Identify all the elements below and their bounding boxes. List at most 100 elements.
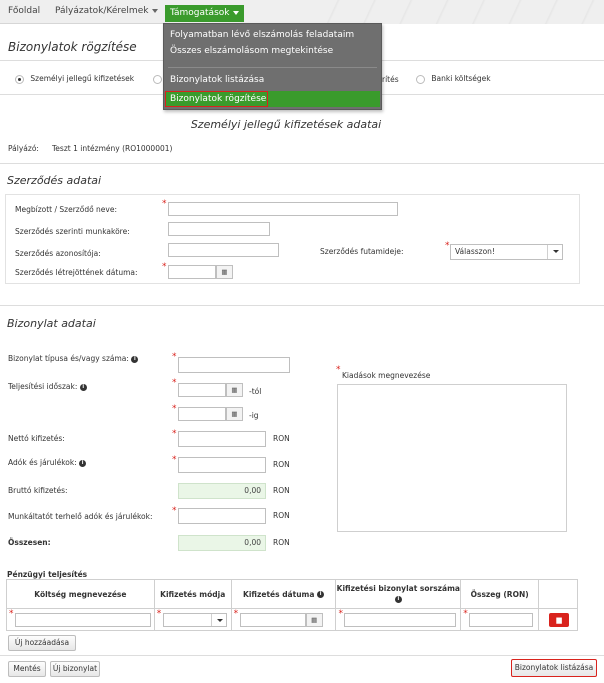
contract-role-input[interactable] bbox=[168, 222, 270, 236]
amount-input[interactable] bbox=[469, 613, 534, 627]
radio-bank-label: Banki költségek bbox=[431, 74, 491, 83]
tax-input[interactable] bbox=[178, 457, 266, 473]
divider bbox=[0, 163, 604, 164]
radio-partial-label: rítés bbox=[382, 75, 399, 84]
radio-empty-icon[interactable] bbox=[416, 74, 425, 84]
info-icon: i bbox=[131, 355, 139, 363]
menu-item-all-settlements[interactable]: Összes elszámolásom megtekintése bbox=[170, 46, 333, 56]
required-marker: * bbox=[336, 365, 341, 375]
period-to-input[interactable] bbox=[178, 407, 226, 421]
required-marker: * bbox=[233, 609, 239, 619]
expense-textarea[interactable] bbox=[337, 384, 567, 532]
nav-applications-label: Pályázatok/Kérelmek bbox=[55, 6, 149, 16]
gross-label: Bruttó kifizetés: bbox=[8, 486, 68, 495]
list-docs-button[interactable]: Bizonylatok listázása bbox=[511, 659, 597, 677]
finance-table: Költség megnevezése Kifizetés módja Kifi… bbox=[6, 579, 578, 631]
cost-name-input[interactable] bbox=[15, 613, 151, 627]
payment-method-select[interactable] bbox=[162, 613, 227, 627]
radio-personal-label: Személyi jellegű kifizetések bbox=[30, 74, 135, 83]
total-value: 0,00 bbox=[178, 535, 266, 551]
nav-support-label: Támogatások bbox=[170, 8, 230, 18]
col-payment-date: Kifizetés dátuma i bbox=[230, 579, 337, 609]
required-marker: * bbox=[172, 404, 177, 414]
support-dropdown-menu: Folyamatban lévő elszámolás feladataim Ö… bbox=[163, 23, 382, 110]
contract-id-input[interactable] bbox=[168, 243, 279, 257]
employer-tax-label: Munkáltatót terhelő adók és járulékok: bbox=[8, 512, 153, 521]
contract-id-label: Szerződés azonosítója: bbox=[15, 249, 101, 258]
actions-cell: ▆ bbox=[538, 608, 578, 631]
info-icon: i bbox=[79, 383, 87, 391]
period-to-suffix: -ig bbox=[249, 411, 259, 420]
calendar-icon[interactable]: ▦ bbox=[305, 613, 323, 627]
chevron-down-icon bbox=[210, 614, 226, 626]
nav-applications[interactable]: Pályázatok/Kérelmek bbox=[55, 6, 159, 16]
contract-term-select[interactable]: Válasszon! bbox=[450, 244, 563, 260]
col-payment-date-label: Kifizetés dátuma bbox=[243, 589, 315, 599]
doc-period-text: Teljesítési időszak: bbox=[8, 382, 78, 391]
info-icon: i bbox=[317, 591, 325, 598]
doc-type-input[interactable] bbox=[178, 357, 290, 373]
currency-label: RON bbox=[273, 486, 290, 495]
menu-divider bbox=[168, 67, 377, 68]
expense-label: Kiadások megnevezése bbox=[342, 371, 431, 380]
calendar-icon[interactable]: ▦ bbox=[216, 265, 233, 279]
total-label: Összesen: bbox=[8, 538, 51, 547]
col-actions bbox=[538, 579, 578, 609]
required-marker: * bbox=[172, 506, 177, 516]
divider bbox=[0, 305, 604, 306]
receipt-number-input[interactable] bbox=[344, 613, 457, 627]
required-marker: * bbox=[162, 262, 167, 272]
payment-date-input[interactable] bbox=[239, 613, 306, 627]
calendar-icon[interactable]: ▦ bbox=[226, 383, 243, 397]
contract-role-label: Szerződés szerinti munkaköre: bbox=[15, 227, 130, 236]
applicant-label: Pályázó: bbox=[8, 144, 39, 153]
currency-label: RON bbox=[273, 460, 290, 469]
radio-personal[interactable]: Személyi jellegű kifizetések bbox=[15, 74, 134, 84]
save-button[interactable]: Mentés bbox=[8, 661, 46, 677]
required-marker: * bbox=[172, 378, 177, 388]
col-cost-name: Költség megnevezése bbox=[6, 579, 155, 609]
required-marker: * bbox=[172, 455, 177, 465]
contract-name-input[interactable] bbox=[168, 202, 398, 216]
radio-empty-icon[interactable] bbox=[153, 74, 162, 84]
contract-term-value: Válasszon! bbox=[455, 247, 495, 256]
tax-label: Adók és járulékok: i bbox=[8, 458, 87, 467]
table-header-row: Költség megnevezése Kifizetés módja Kifi… bbox=[6, 579, 578, 609]
contract-name-label: Megbízott / Szerződő neve: bbox=[15, 205, 117, 214]
nav-support[interactable]: Támogatások bbox=[165, 5, 244, 22]
radio-selected-icon[interactable] bbox=[15, 74, 24, 84]
new-doc-button[interactable]: Új bizonylat bbox=[50, 661, 100, 677]
gross-value: 0,00 bbox=[178, 483, 266, 499]
radio-other[interactable] bbox=[153, 74, 162, 84]
trash-icon[interactable]: ▆ bbox=[549, 613, 570, 627]
required-marker: * bbox=[9, 609, 14, 619]
col-receipt-number-label: Kifizetési bizonylat sorszáma bbox=[336, 584, 460, 593]
calendar-icon[interactable]: ▦ bbox=[226, 407, 243, 421]
col-receipt-number: Kifizetési bizonylat sorszáma i bbox=[335, 579, 462, 609]
navbar-decoration bbox=[304, 0, 604, 24]
net-input[interactable] bbox=[178, 431, 266, 447]
cost-name-cell: * bbox=[6, 608, 155, 631]
doc-type-text: Bizonylat típusa és/vagy száma: bbox=[8, 354, 129, 363]
chevron-down-icon bbox=[152, 8, 159, 13]
add-row-button[interactable]: Új hozzáadása bbox=[8, 635, 76, 651]
chevron-down-icon bbox=[547, 245, 562, 259]
receipt-number-cell: * bbox=[335, 608, 462, 631]
chevron-down-icon bbox=[233, 10, 240, 15]
employer-tax-input[interactable] bbox=[178, 508, 266, 524]
period-from-input[interactable] bbox=[178, 383, 226, 397]
radio-bank[interactable]: Banki költségek bbox=[416, 74, 491, 84]
tax-text: Adók és járulékok: bbox=[8, 458, 77, 467]
info-icon: i bbox=[79, 459, 87, 467]
menu-item-pending-tasks[interactable]: Folyamatban lévő elszámolás feladataim bbox=[170, 30, 354, 40]
net-label: Nettó kifizetés: bbox=[8, 434, 65, 443]
doc-heading: Bizonylat adatai bbox=[7, 317, 96, 330]
contract-term-label: Szerződés futamideje: bbox=[320, 247, 404, 256]
menu-item-list-docs[interactable]: Bizonylatok listázása bbox=[170, 75, 264, 85]
contract-date-input[interactable] bbox=[168, 265, 216, 279]
nav-home[interactable]: Főoldal bbox=[8, 6, 40, 16]
applicant-value: Teszt 1 intézmény (RO1000001) bbox=[52, 144, 173, 153]
page-title: Bizonylatok rögzítése bbox=[8, 40, 137, 54]
contract-heading: Szerződés adatai bbox=[7, 174, 102, 187]
divider bbox=[0, 655, 604, 656]
